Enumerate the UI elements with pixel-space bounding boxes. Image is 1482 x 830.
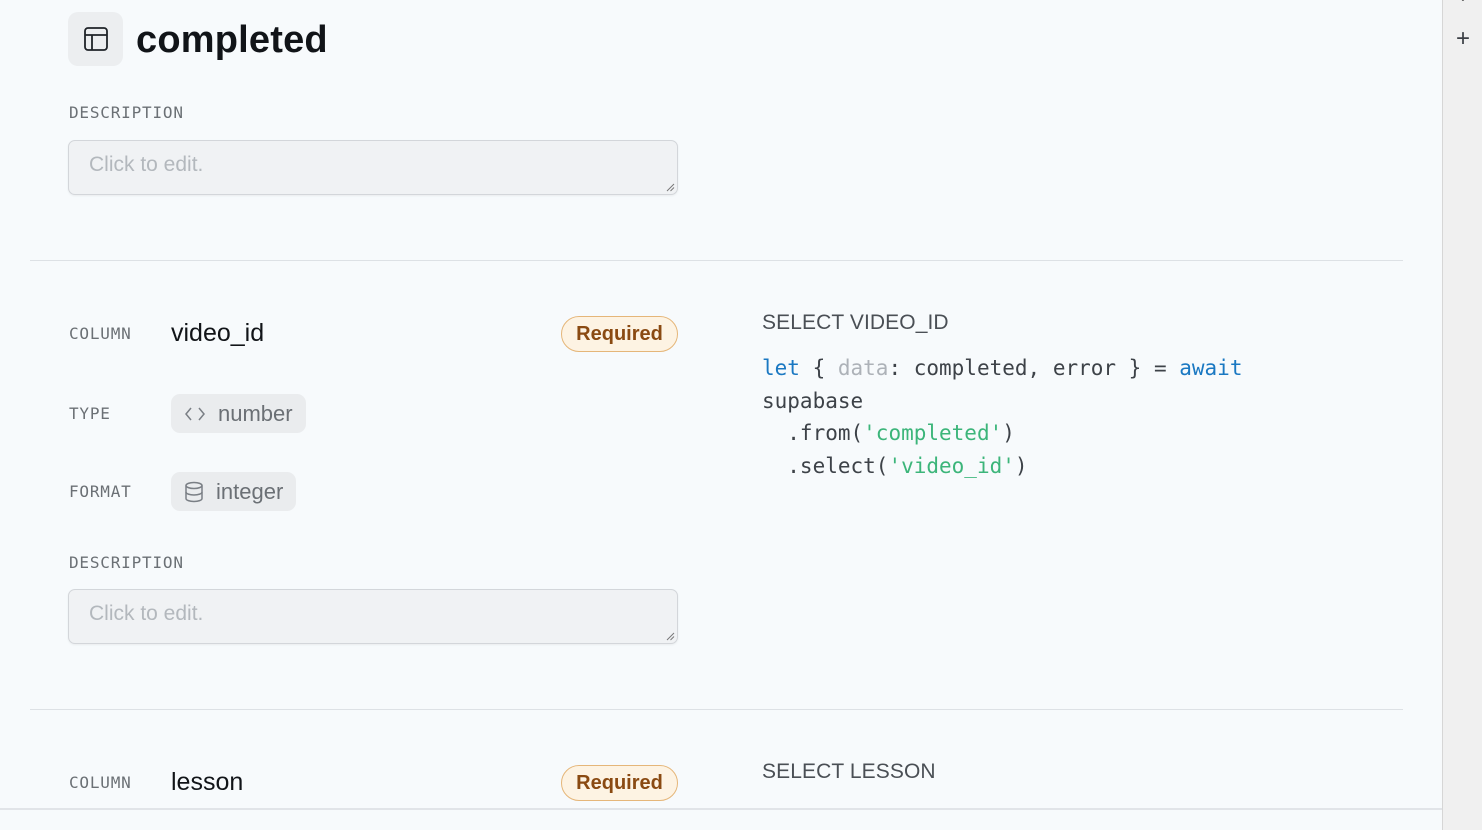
select-heading: SELECT LESSON: [762, 760, 936, 783]
section-divider: [30, 260, 1403, 261]
format-chip: integer: [171, 472, 297, 511]
column-name: lesson: [171, 768, 244, 796]
code-string: 'video_id': [888, 453, 1015, 478]
code-keyword-let: let: [762, 356, 800, 380]
required-badge: Required: [561, 316, 678, 352]
column-label: COLUMN: [69, 773, 132, 792]
column-name: video_id: [171, 319, 265, 347]
code-text: : completed, error } =: [888, 356, 1180, 380]
select-heading: SELECT VIDEO_ID: [762, 311, 949, 334]
resize-grip-icon[interactable]: [666, 632, 675, 641]
plus-icon[interactable]: +: [1453, 26, 1473, 52]
code-brackets-icon: [184, 406, 206, 422]
section-divider: [30, 709, 1403, 710]
bottom-border: [0, 808, 1442, 810]
type-chip: number: [171, 394, 306, 433]
code-text: ): [1014, 453, 1028, 478]
format-value: integer: [216, 478, 284, 504]
table-description-placeholder: Click to edit.: [89, 153, 204, 176]
type-label: TYPE: [69, 404, 111, 423]
table-definition-panel: completed DESCRIPTION Click to edit. COL…: [0, 0, 1442, 830]
column-label: COLUMN: [69, 324, 132, 343]
code-data-key: data: [837, 356, 889, 380]
code-snippet: let { data: completed, error } = await s…: [762, 352, 1242, 482]
column-description-label: DESCRIPTION: [69, 553, 184, 572]
type-value: number: [218, 400, 293, 426]
right-rail: ⌄ +: [1442, 0, 1482, 830]
column-description-placeholder: Click to edit.: [89, 602, 204, 625]
column-description-input[interactable]: Click to edit.: [68, 589, 678, 644]
table-description-input[interactable]: Click to edit.: [68, 140, 678, 195]
database-icon: [184, 481, 204, 503]
code-text: .from(: [762, 421, 864, 445]
required-badge: Required: [561, 765, 678, 801]
resize-grip-icon[interactable]: [666, 183, 675, 192]
code-string: 'completed': [863, 421, 1003, 445]
page-title: completed: [136, 19, 328, 61]
code-text: supabase: [762, 388, 864, 413]
code-text: .select(: [762, 453, 889, 478]
code-text: ): [1002, 421, 1015, 445]
table-description-label: DESCRIPTION: [69, 103, 184, 122]
table-icon: [68, 12, 123, 66]
code-text: {: [799, 356, 838, 380]
format-label: FORMAT: [69, 482, 132, 501]
chevron-icon[interactable]: ⌄: [1457, 0, 1469, 4]
code-keyword-await: await: [1179, 356, 1243, 380]
